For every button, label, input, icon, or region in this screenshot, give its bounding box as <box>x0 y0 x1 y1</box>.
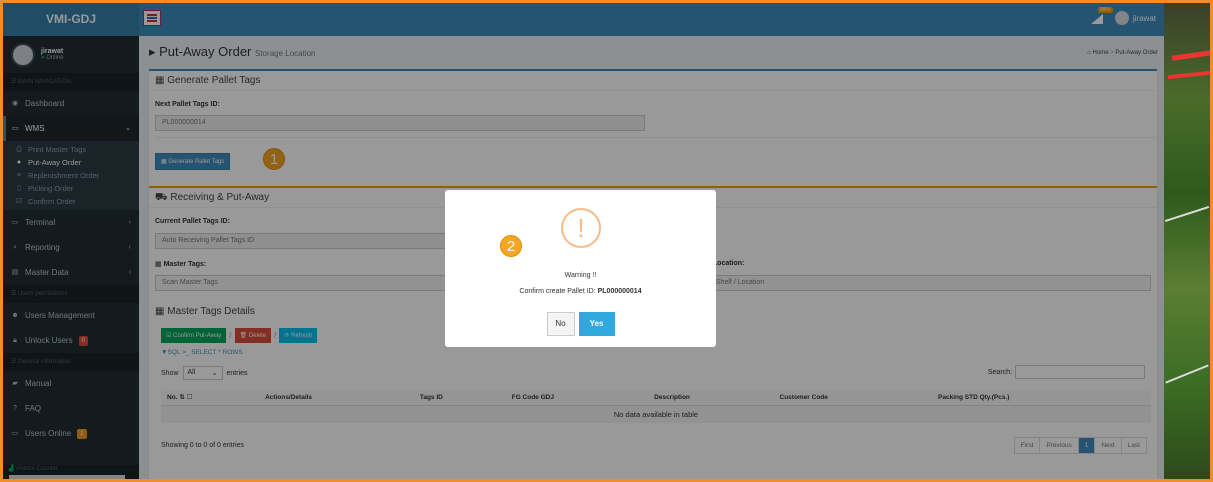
step-2-badge: 2 <box>500 235 522 257</box>
dialog-buttons: No Yes <box>445 312 716 336</box>
app-frame: VMI-GDJ 999+ jirawat jirawat ● Online ☰ … <box>3 3 1210 479</box>
warning-icon: ! <box>561 208 601 248</box>
confirm-dialog: ! Warning !! Confirm create Pallet ID: P… <box>445 190 716 347</box>
background-image <box>1164 3 1210 479</box>
dialog-message: Confirm create Pallet ID: PL000000014 <box>519 288 642 295</box>
dialog-title: Warning !! <box>564 272 597 279</box>
no-button[interactable]: No <box>546 312 575 336</box>
yes-button[interactable]: Yes <box>578 312 615 336</box>
